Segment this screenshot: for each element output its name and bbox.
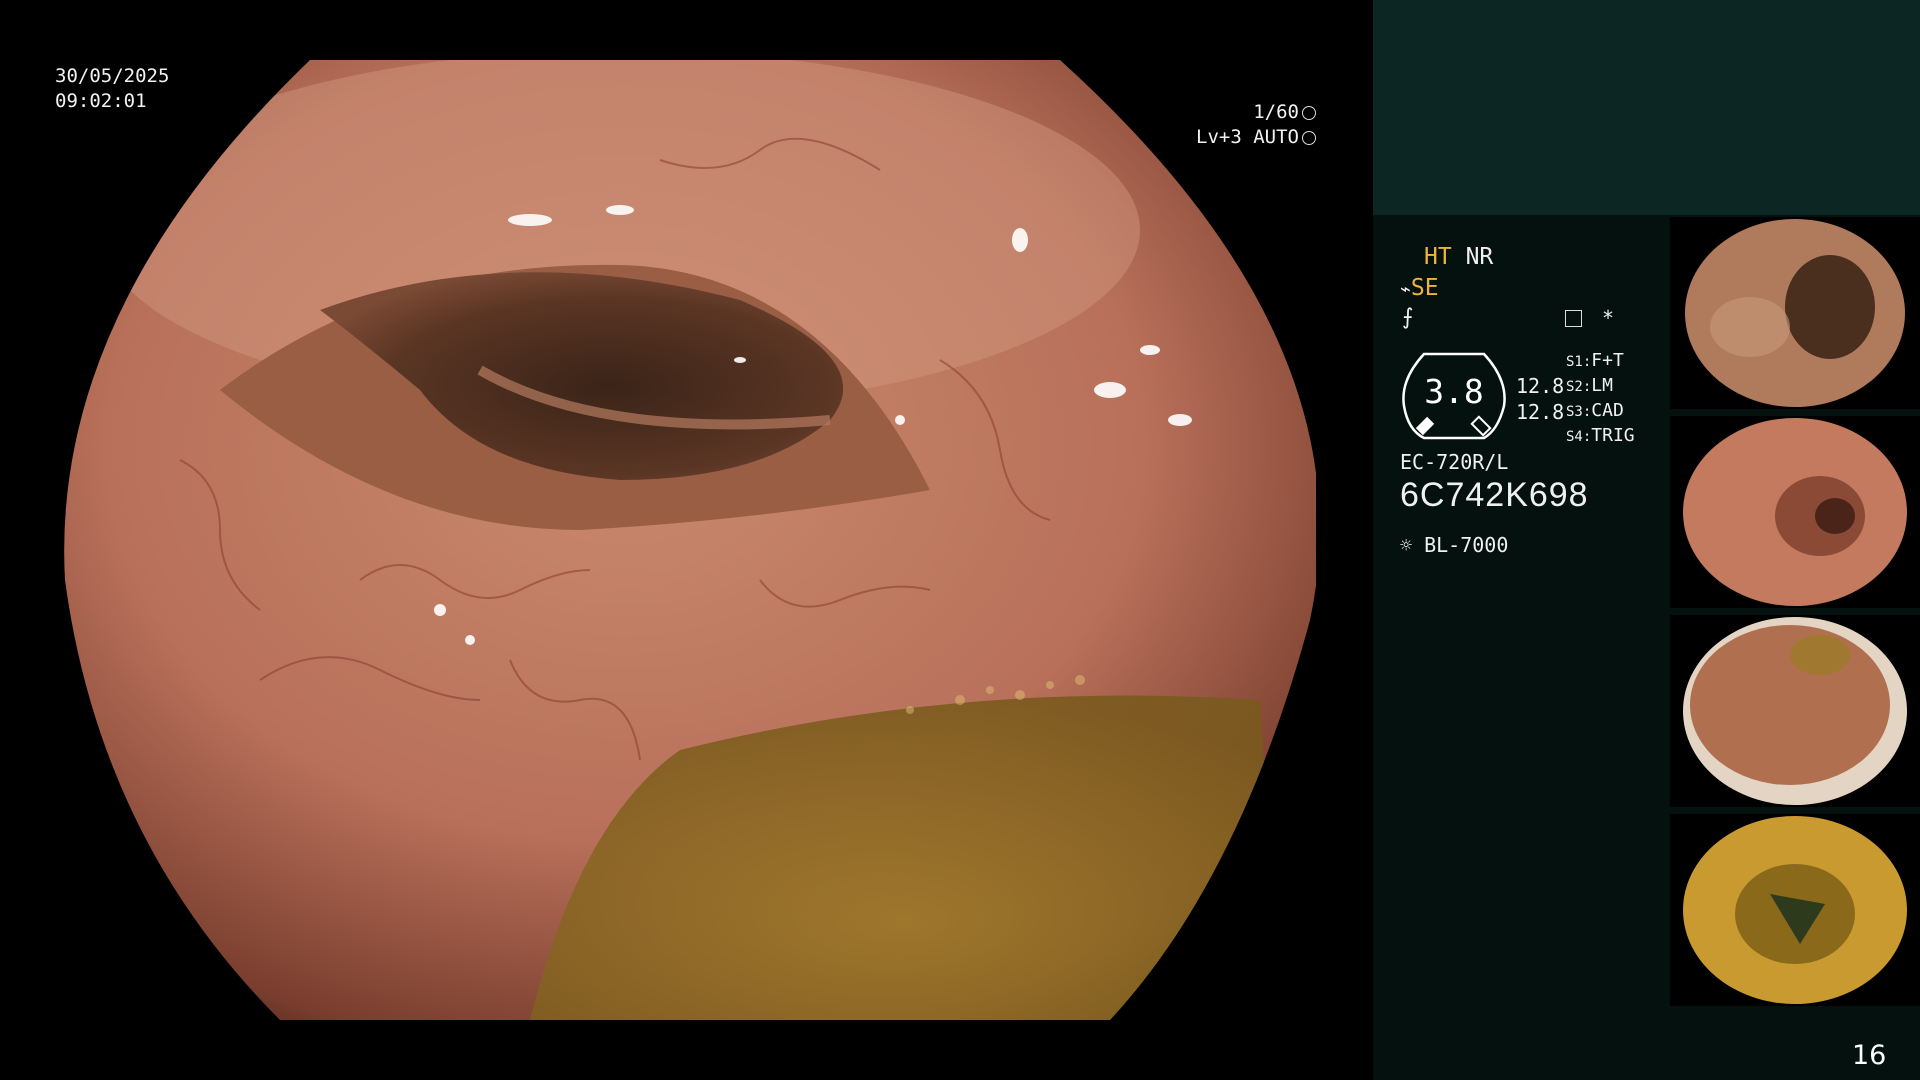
se-label: SE (1410, 275, 1439, 301)
structure-icon: ⌁ (1400, 279, 1411, 300)
edge-icon: ⨍ (1402, 305, 1414, 330)
switch-item: S1:F+T (1566, 350, 1624, 371)
iris-icon (1302, 131, 1316, 145)
se-row: ⌁SE (1400, 275, 1439, 301)
switch-item: S4:TRIG (1566, 425, 1635, 446)
ht-nr-row: HT NR (1424, 244, 1493, 270)
colon-lumen-image (64, 60, 1316, 1020)
time-text: 09:02:01 (55, 90, 147, 112)
scope-serial: 6C742K698 (1400, 476, 1589, 514)
thumbnail-3[interactable] (1670, 615, 1920, 807)
endoscope-view: 30/05/2025 09:02:01 1/60 Lv+3 AUTO (0, 0, 1373, 1080)
freeze-icon (1565, 310, 1582, 327)
thumbnail-4[interactable] (1670, 814, 1920, 1006)
thumbnail-1[interactable] (1670, 217, 1920, 409)
iris-text: Lv+3 AUTO (1196, 126, 1299, 148)
page-number: 16 (1852, 1040, 1887, 1071)
light-source-text: BL-7000 (1424, 533, 1509, 557)
status-panel-header (1373, 0, 1920, 215)
asterisk-marker: * (1602, 306, 1615, 330)
switch-item: S2:LM (1566, 375, 1613, 396)
date-text: 30/05/2025 (55, 65, 170, 87)
shutter-text: 1/60 (1253, 101, 1299, 123)
switch-item: S3:CAD (1566, 400, 1624, 421)
gauge-right-2: 12.8 (1516, 400, 1565, 424)
thumbnail-2[interactable] (1670, 416, 1920, 608)
gauge-value: 3.8 (1424, 372, 1484, 411)
shutter-icon (1302, 106, 1316, 120)
light-source-row: ☼ BL-7000 (1400, 533, 1508, 557)
freeze-row: * (1565, 306, 1614, 330)
gauge-right-1: 12.8 (1516, 374, 1565, 398)
lamp-icon: ☼ (1400, 533, 1413, 557)
nr-label: NR (1465, 244, 1494, 270)
datetime-readout: 30/05/2025 09:02:01 (55, 64, 169, 114)
scope-model: EC-720R/L (1400, 450, 1509, 474)
ht-label: HT (1424, 244, 1452, 270)
exposure-readout: 1/60 Lv+3 AUTO (1116, 100, 1316, 150)
